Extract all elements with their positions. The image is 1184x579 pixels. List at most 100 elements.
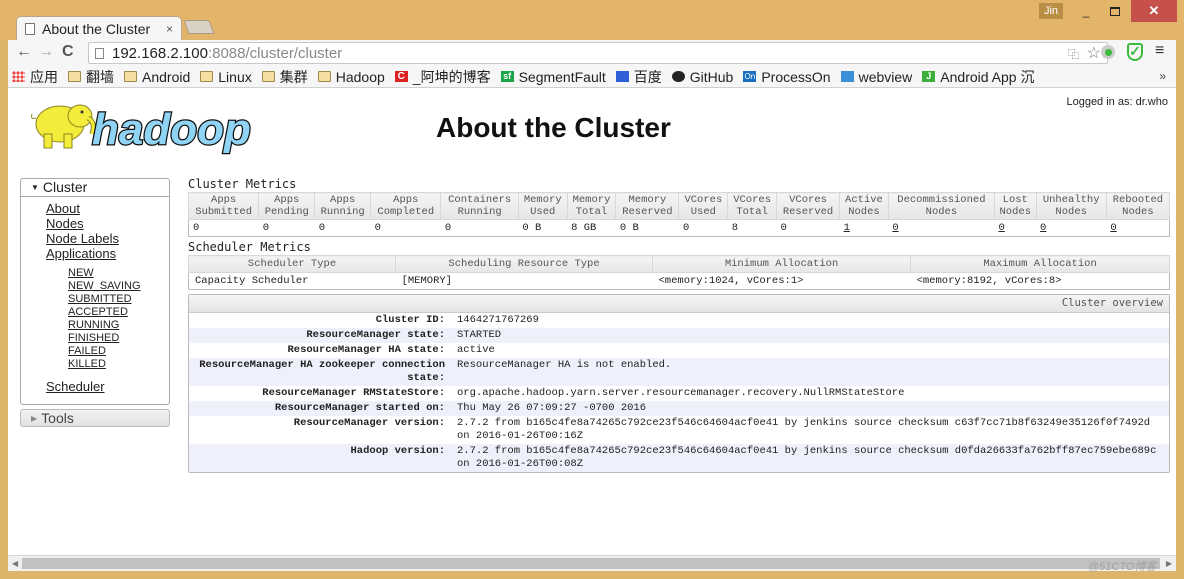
bookmark-item[interactable]: 百度: [615, 67, 662, 87]
column-header[interactable]: Rebooted Nodes: [1105, 192, 1171, 220]
overview-row: Hadoop version: 2.7.2 from b165c4fe8a7426…: [189, 444, 1169, 472]
metric-cell: 0 B: [518, 219, 568, 237]
metric-cell: 8 GB: [567, 219, 616, 237]
profile-badge[interactable]: Jin: [1039, 3, 1063, 19]
metric-link[interactable]: 0: [998, 222, 1004, 234]
column-header[interactable]: Maximum Allocation: [910, 255, 1170, 273]
reload-button[interactable]: C: [62, 43, 74, 61]
column-header[interactable]: VCores Reserved: [775, 192, 841, 220]
logged-in-status: Logged in as: dr.who: [1066, 96, 1168, 108]
tools-menu-header[interactable]: ▶ Tools: [20, 409, 170, 427]
bookmarks-bar: 应用 翻墙 Android Linux 集群 Hadoop C _阿坤的博客 sf Segment…: [8, 66, 1176, 88]
column-header-line: Nodes: [848, 206, 880, 218]
app-state-finished[interactable]: FINISHED: [68, 332, 169, 345]
app-state-failed[interactable]: FAILED: [68, 345, 169, 358]
column-header-line: Memory: [523, 194, 562, 206]
column-header[interactable]: Decommissioned Nodes: [887, 192, 995, 220]
bookmark-item[interactable]: GitHub: [671, 69, 733, 85]
app-state-submitted[interactable]: SUBMITTED: [68, 293, 169, 306]
app-state-new-saving[interactable]: NEW_SAVING: [68, 280, 169, 293]
maximize-button[interactable]: [1100, 0, 1130, 22]
column-header[interactable]: Containers Running: [440, 192, 519, 220]
new-tab-button[interactable]: [183, 20, 215, 34]
forward-button[interactable]: →: [38, 43, 54, 61]
translate-icon[interactable]: ⿻: [1068, 46, 1079, 62]
metric-cell: 0: [776, 219, 840, 237]
app-state-accepted[interactable]: ACCEPTED: [68, 306, 169, 319]
bookmark-item[interactable]: Android: [124, 69, 190, 85]
column-header[interactable]: Memory Total: [566, 192, 617, 220]
bookmark-item[interactable]: webview: [840, 68, 913, 85]
sidebar-link-applications[interactable]: Applications: [46, 246, 169, 261]
metric-cell: 8: [727, 219, 777, 237]
bookmark-label: ProcessOn: [761, 68, 831, 85]
bookmark-label: webview: [858, 68, 913, 85]
column-header-line: Used: [530, 206, 556, 218]
column-header[interactable]: Unhealthy Nodes: [1035, 192, 1107, 220]
column-header[interactable]: Active Nodes: [839, 192, 889, 220]
tab-close-icon[interactable]: ×: [166, 22, 173, 36]
watermark: @51CTO博客: [1088, 561, 1157, 573]
column-header[interactable]: Minimum Allocation: [651, 255, 912, 273]
bookmark-item[interactable]: J Android App 沉: [922, 67, 1034, 87]
column-header[interactable]: Scheduling Resource Type: [395, 255, 653, 273]
scroll-right-arrow-icon[interactable]: ▶: [1166, 559, 1172, 568]
table-cell: <memory:8192, vCores:8>: [916, 275, 1062, 287]
bookmark-item[interactable]: Hadoop: [317, 69, 385, 85]
back-button[interactable]: ←: [16, 43, 32, 61]
column-header[interactable]: Memory Used: [517, 192, 568, 220]
column-header-line: Apps: [393, 194, 419, 206]
browser-menu-icon[interactable]: ≡: [1155, 42, 1164, 60]
sidebar-link-scheduler[interactable]: Scheduler: [46, 379, 169, 394]
app-state-running[interactable]: RUNNING: [68, 319, 169, 332]
tab-title: About the Cluster: [42, 20, 151, 37]
bookmark-item[interactable]: 应用: [12, 67, 58, 87]
bookmark-item[interactable]: C _阿坤的博客: [394, 67, 491, 87]
bookmarks-overflow-button[interactable]: »: [1159, 69, 1166, 83]
bookmark-item[interactable]: On ProcessOn: [743, 68, 831, 85]
bookmark-item[interactable]: sf SegmentFault: [500, 69, 606, 85]
bookmark-item[interactable]: 集群: [261, 67, 308, 87]
extension-status-icon[interactable]: [1101, 45, 1115, 59]
bookmark-star-icon[interactable]: ☆: [1087, 43, 1101, 63]
sidebar-link-node-labels[interactable]: Node Labels: [46, 231, 169, 246]
metric-link[interactable]: 0: [892, 222, 898, 234]
address-bar[interactable]: 192.168.2.100:8088/cluster/cluster ⿻ ☆: [88, 42, 1108, 64]
scroll-left-arrow-icon[interactable]: ◀: [12, 559, 18, 568]
adguard-shield-icon[interactable]: ✓: [1127, 43, 1143, 61]
column-header-line: Containers: [448, 194, 512, 206]
column-header[interactable]: Lost Nodes: [993, 192, 1037, 220]
metric-cell: 0: [440, 219, 519, 237]
column-header[interactable]: Scheduler Type: [187, 255, 397, 273]
metric-link[interactable]: 0: [1110, 222, 1116, 234]
column-header[interactable]: Apps Submitted: [187, 192, 260, 220]
metric-cell: 0 B: [615, 219, 679, 237]
bookmark-item[interactable]: Linux: [200, 69, 252, 85]
overview-row: ResourceManager started on: Thu May 26 07…: [189, 401, 1169, 416]
hadoop-logo[interactable]: hadoop: [22, 94, 278, 158]
scrollbar-thumb[interactable]: [22, 558, 1160, 569]
app-state-new[interactable]: NEW: [68, 267, 169, 280]
metric-link[interactable]: 1: [844, 222, 850, 234]
close-window-button[interactable]: ✕: [1131, 0, 1177, 22]
column-header[interactable]: VCores Total: [727, 192, 777, 220]
sidebar-link-about[interactable]: About: [46, 201, 169, 216]
app-state-killed[interactable]: KILLED: [68, 358, 169, 371]
column-header[interactable]: Apps Completed: [370, 192, 442, 220]
column-header[interactable]: Apps Pending: [258, 192, 316, 220]
column-header[interactable]: Apps Running: [314, 192, 372, 220]
column-header[interactable]: VCores Used: [678, 192, 729, 220]
metric-link[interactable]: 0: [1040, 222, 1046, 234]
minimize-button[interactable]: _: [1071, 0, 1101, 22]
column-header[interactable]: Memory Reserved: [615, 192, 680, 220]
column-header-line: Apps: [274, 194, 300, 206]
folder-icon: [200, 71, 214, 82]
cluster-menu-header[interactable]: ▼ Cluster: [21, 179, 169, 197]
sidebar-link-nodes[interactable]: Nodes: [46, 216, 169, 231]
bookmark-item[interactable]: 翻墙: [68, 67, 114, 87]
metric-cell: 0: [1106, 219, 1170, 237]
horizontal-scrollbar[interactable]: ◀ ▶: [8, 555, 1176, 571]
column-header-line: Nodes: [1122, 206, 1154, 218]
bookmark-label: Android App 沉: [940, 68, 1035, 85]
browser-tab[interactable]: About the Cluster ×: [16, 16, 182, 40]
